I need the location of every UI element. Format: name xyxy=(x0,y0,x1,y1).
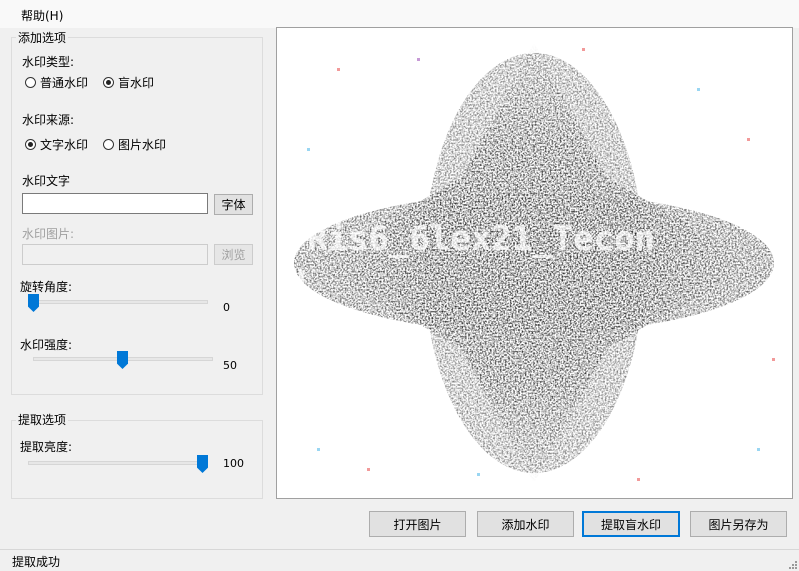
radio-text-watermark[interactable]: 文字水印 xyxy=(25,136,88,153)
radio-normal-watermark[interactable]: 普通水印 xyxy=(25,74,88,91)
open-image-button[interactable]: 打开图片 xyxy=(369,511,466,537)
radio-blind-label: 盲水印 xyxy=(118,76,155,90)
resize-grip-icon[interactable] xyxy=(787,559,797,569)
add-options-title: 添加选项 xyxy=(16,29,69,46)
brightness-slider-track[interactable] xyxy=(28,461,208,465)
watermark-text-bottom: Ris6_6lex21_Tecon xyxy=(277,261,306,301)
save-image-as-button[interactable]: 图片另存为 xyxy=(690,511,787,537)
radio-normal-indicator xyxy=(25,77,36,88)
watermark-image-input[interactable] xyxy=(22,244,208,265)
extracted-watermark-image: Ris6_6lex21_Tecon Ris6_6lex21_Tecon xyxy=(277,28,792,498)
strength-value: 50 xyxy=(223,359,237,372)
watermark-source-label: 水印来源: xyxy=(22,113,75,127)
rotation-value: 0 xyxy=(223,301,230,314)
radio-image-indicator xyxy=(103,139,114,150)
watermark-type-label: 水印类型: xyxy=(22,55,75,69)
watermark-image-label: 水印图片: xyxy=(22,227,75,241)
brightness-label: 提取亮度: xyxy=(20,440,73,454)
radio-text-label: 文字水印 xyxy=(40,138,89,152)
strength-label: 水印强度: xyxy=(20,338,73,352)
radio-text-indicator xyxy=(25,139,36,150)
watermark-text-label: 水印文字 xyxy=(22,174,71,188)
extract-blind-watermark-button[interactable]: 提取盲水印 xyxy=(582,511,680,537)
menu-help[interactable]: 帮助(H) xyxy=(21,7,63,24)
image-preview: Ris6_6lex21_Tecon Ris6_6lex21_Tecon xyxy=(276,27,793,499)
extract-options-title: 提取选项 xyxy=(16,411,69,428)
watermark-text-top: Ris6_6lex21_Tecon xyxy=(307,219,655,259)
menu-bar: 帮助(H) xyxy=(0,0,799,28)
browse-button[interactable]: 浏览 xyxy=(214,244,253,265)
radio-image-watermark[interactable]: 图片水印 xyxy=(103,136,166,153)
add-watermark-button[interactable]: 添加水印 xyxy=(477,511,574,537)
status-text: 提取成功 xyxy=(12,555,61,569)
radio-normal-label: 普通水印 xyxy=(40,76,89,90)
rotation-label: 旋转角度: xyxy=(20,280,73,294)
brightness-value: 100 xyxy=(223,457,244,470)
watermark-text-input[interactable] xyxy=(22,193,208,214)
radio-blind-indicator xyxy=(103,77,114,88)
status-bar: 提取成功 xyxy=(0,549,799,571)
rotation-slider-track[interactable] xyxy=(28,300,208,304)
radio-blind-watermark[interactable]: 盲水印 xyxy=(103,74,154,91)
radio-image-label: 图片水印 xyxy=(118,138,167,152)
font-button[interactable]: 字体 xyxy=(214,194,253,215)
